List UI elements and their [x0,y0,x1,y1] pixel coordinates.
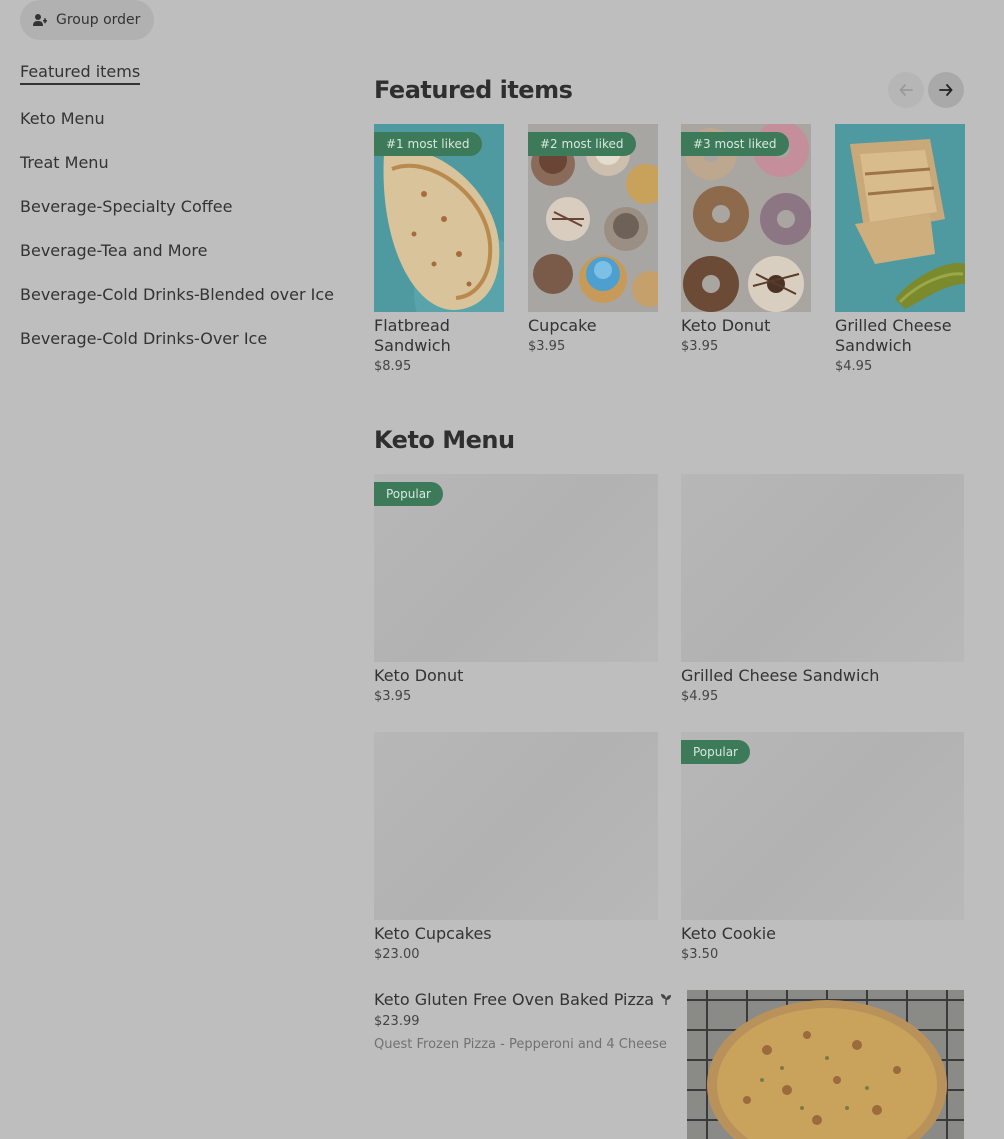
item-name: Flatbread Sandwich [374,316,451,355]
donut-photo: #3 most liked [681,124,811,312]
sidebar-item-treat-menu[interactable]: Treat Menu [20,151,109,175]
popular-badge: Popular [681,740,750,764]
grilled-cheese-photo [835,124,965,312]
item-image-placeholder: Popular [681,732,964,920]
item-image-placeholder [374,732,658,920]
item-name: Keto Donut [681,316,771,335]
item-name: Keto Cupcakes [374,924,492,943]
item-image-placeholder [681,474,964,662]
item-name: Keto Donut [374,666,464,685]
menu-item-card[interactable]: Grilled Cheese Sandwich $4.95 [681,474,964,704]
most-liked-badge: #1 most liked [374,132,482,156]
item-price: $4.95 [835,359,873,374]
plant-icon [661,994,672,1005]
sidebar-item-cold-blended[interactable]: Beverage-Cold Drinks-Blended over Ice [20,283,334,307]
menu-item-card[interactable]: Popular Keto Donut $3.95 [374,474,658,704]
arrow-left-icon [899,84,913,96]
featured-item-card[interactable]: #1 most liked Flatbread Sandwich $8.95 [374,124,504,374]
sidebar-item-tea[interactable]: Beverage-Tea and More [20,239,207,263]
item-price: $8.95 [374,359,412,374]
item-price: $4.95 [681,689,719,704]
sidebar-item-cold-over-ice[interactable]: Beverage-Cold Drinks-Over Ice [20,327,267,351]
menu-item-card[interactable]: Keto Cupcakes $23.00 [374,732,658,962]
carousel-prev-button[interactable] [888,72,924,108]
featured-section-title: Featured items [374,76,573,104]
item-price: $23.00 [374,947,420,962]
sidebar-item-specialty-coffee[interactable]: Beverage-Specialty Coffee [20,195,232,219]
keto-menu-section-title: Keto Menu [374,426,515,454]
item-name: Cupcake [528,316,597,335]
featured-item-card[interactable]: #2 most liked Cupcake $3.95 [528,124,658,354]
item-name: Keto Cookie [681,924,776,943]
flatbread-photo: #1 most liked [374,124,504,312]
pizza-photo [687,990,964,1139]
item-name: Keto Gluten Free Oven Baked Pizza [374,990,655,1009]
popular-badge: Popular [374,482,443,506]
most-liked-badge: #3 most liked [681,132,789,156]
person-add-icon [33,14,47,26]
menu-item-card[interactable]: Popular Keto Cookie $3.50 [681,732,964,962]
item-name: Grilled Cheese Sandwich [835,316,952,355]
item-price: $3.50 [681,947,719,962]
featured-item-card[interactable]: Grilled Cheese Sandwich $4.95 [835,124,965,374]
sidebar-item-keto-menu[interactable]: Keto Menu [20,107,105,131]
most-liked-badge: #2 most liked [528,132,636,156]
item-price: $3.95 [374,689,412,704]
arrow-right-icon [939,84,953,96]
item-price: $3.95 [528,339,566,354]
item-name: Grilled Cheese Sandwich [681,666,880,685]
sidebar-item-featured[interactable]: Featured items [20,61,141,85]
item-image-placeholder: Popular [374,474,658,662]
group-order-button[interactable]: Group order [20,0,154,40]
item-price: $3.95 [681,339,719,354]
menu-list-item[interactable]: Keto Gluten Free Oven Baked Pizza $23.99… [374,990,964,1139]
carousel-next-button[interactable] [928,72,964,108]
cupcake-photo: #2 most liked [528,124,658,312]
group-order-label: Group order [56,12,141,28]
featured-item-card[interactable]: #3 most liked Keto Donut $3.95 [681,124,811,354]
